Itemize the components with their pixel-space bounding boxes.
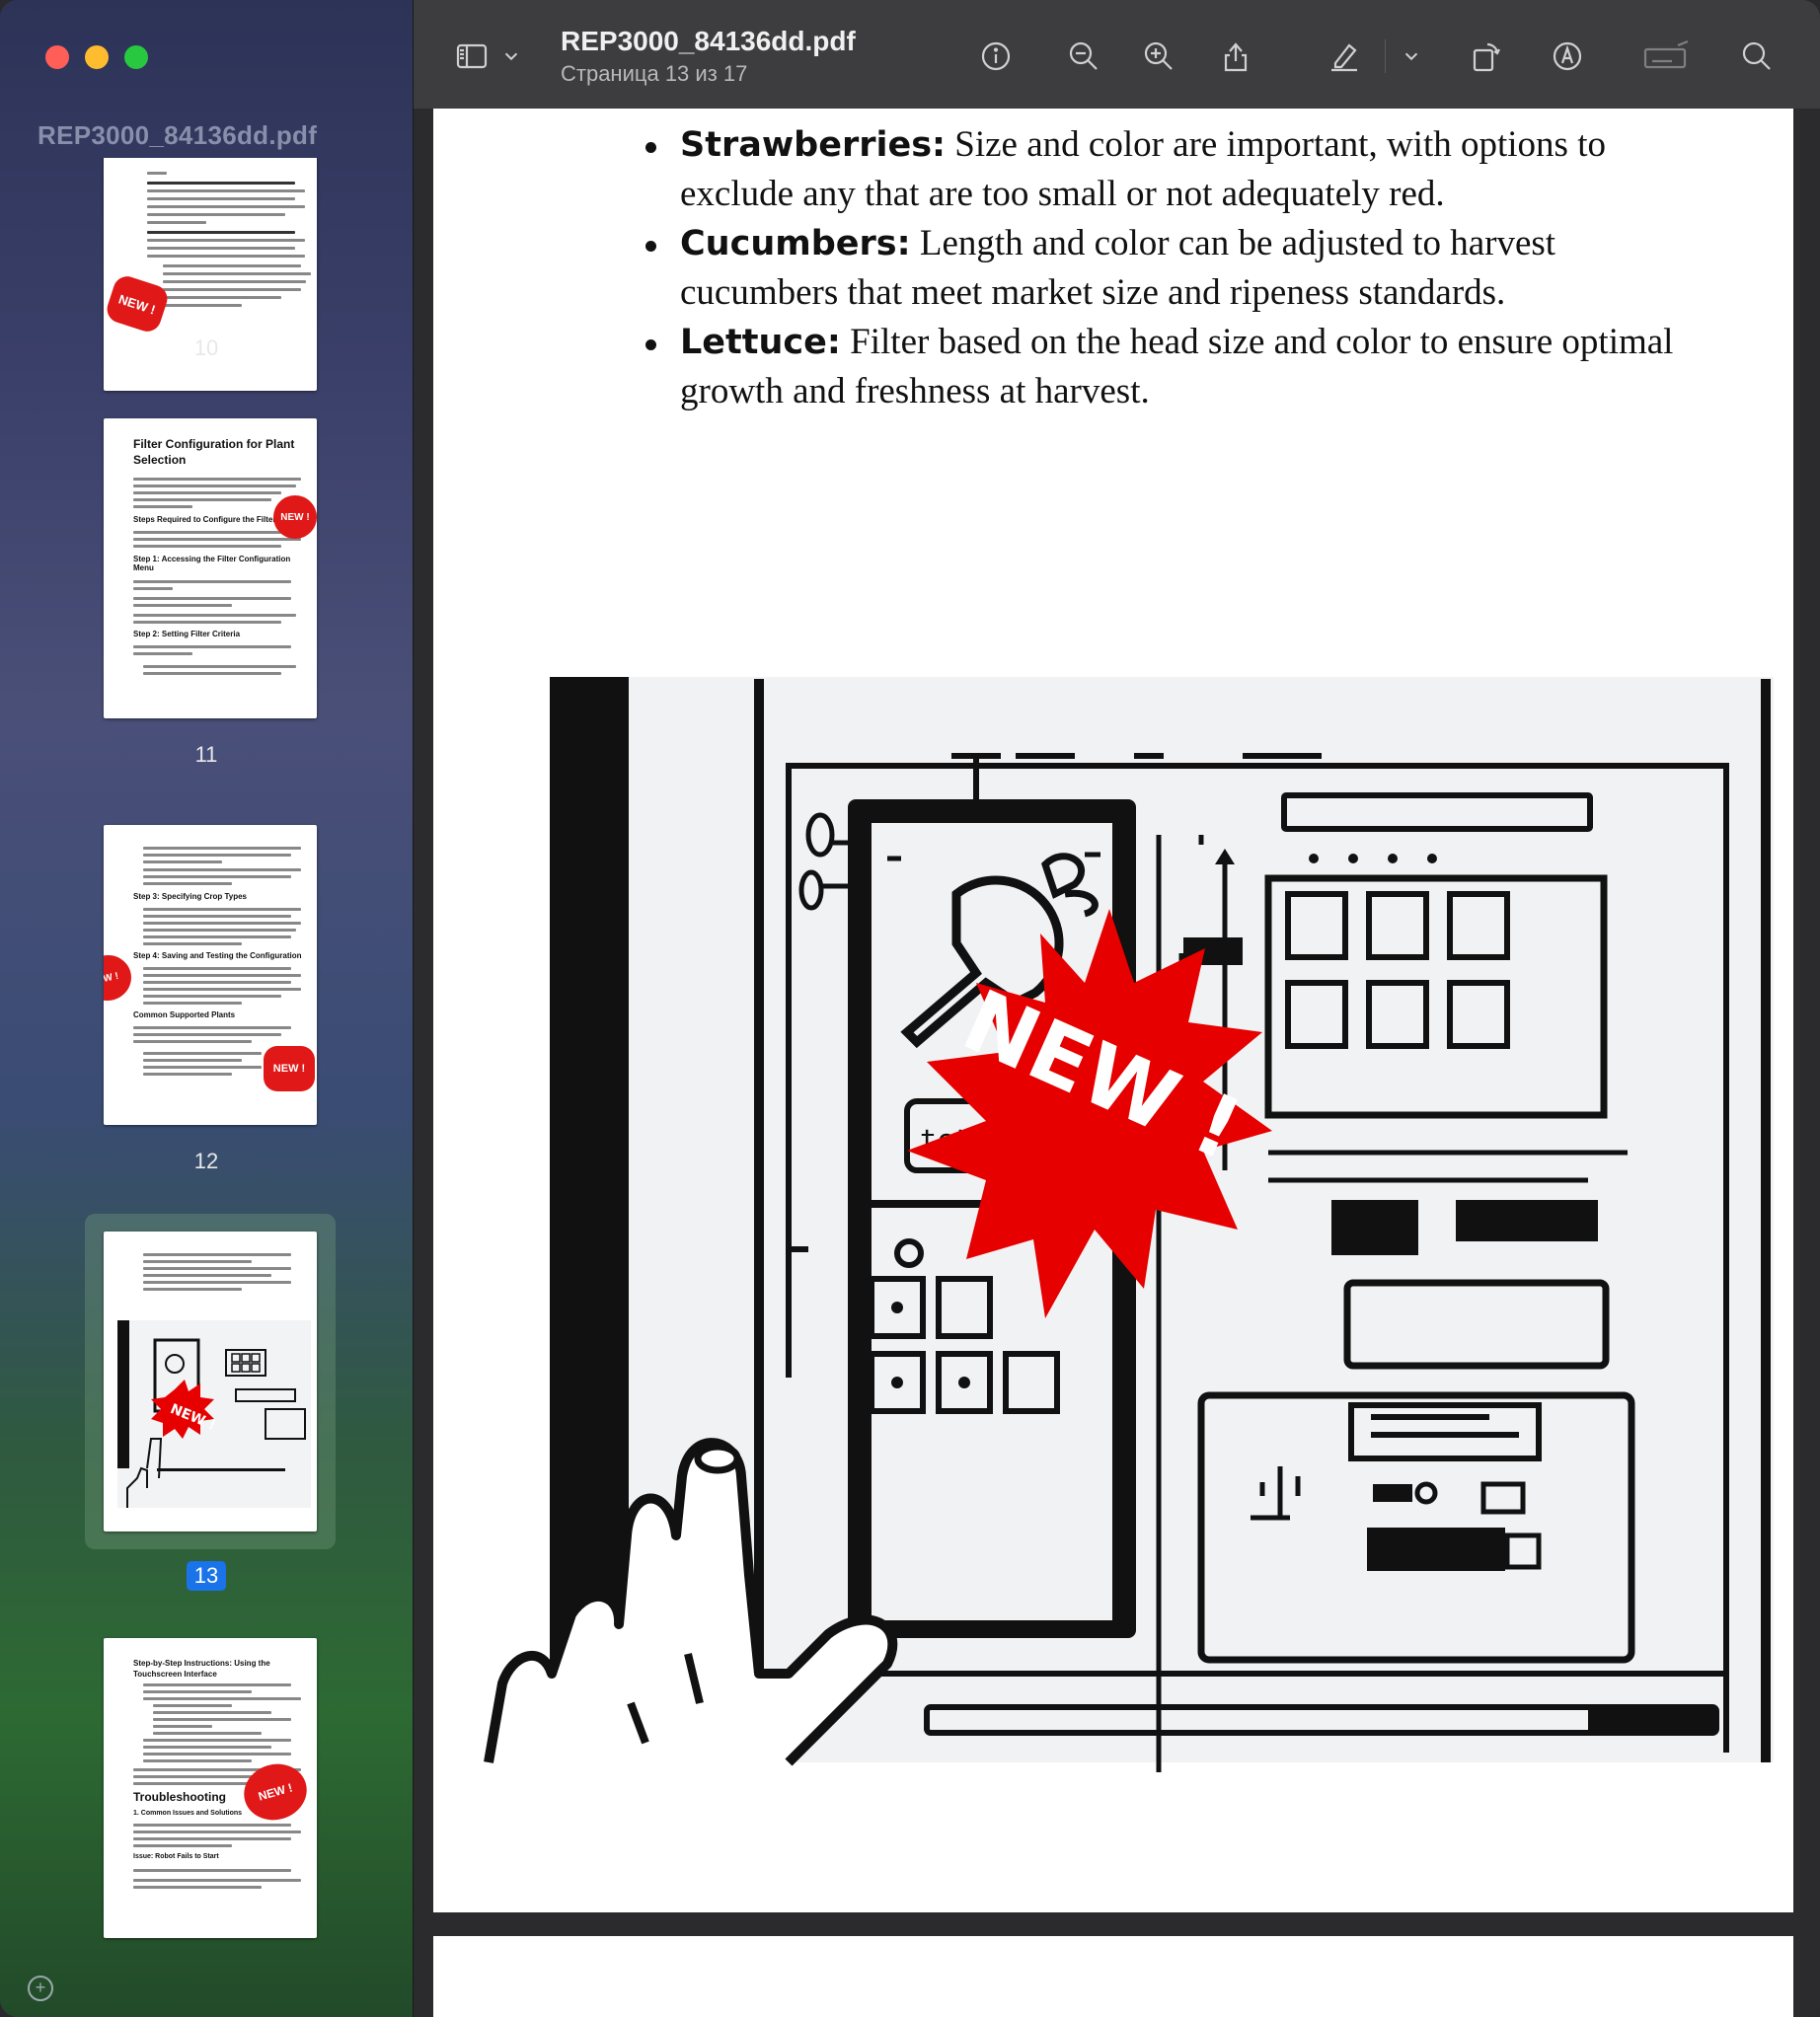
- pdf-page: Strawberries: Size and color are importa…: [433, 109, 1793, 1912]
- rotate-icon[interactable]: [1468, 37, 1505, 75]
- document-viewer[interactable]: Strawberries: Size and color are importa…: [414, 109, 1820, 2017]
- thumbnail-list[interactable]: NEW ! 10 Filter Configuration for Plant …: [0, 158, 413, 1974]
- sidebar-toggle-icon[interactable]: [453, 37, 491, 75]
- preview-window: REP3000_84136dd.pdf NEW ! 10 Filter Conf…: [0, 0, 1820, 2017]
- zoom-in-icon[interactable]: [1140, 37, 1177, 75]
- sidebar-file-title: REP3000_84136dd.pdf: [38, 120, 318, 150]
- markup-icon[interactable]: [1549, 37, 1586, 75]
- share-icon[interactable]: [1217, 37, 1254, 75]
- pdf-page-next: [433, 1936, 1793, 2017]
- thumbnail-image: NEW !: [104, 1232, 317, 1531]
- document-title: REP3000_84136dd.pdf: [561, 26, 856, 56]
- list-item: Cucumbers: Length and color can be adjus…: [645, 219, 1687, 318]
- close-window-button[interactable]: [45, 45, 69, 69]
- minimize-window-button[interactable]: [85, 45, 109, 69]
- thumbnail-image: Step 3: Specifying Crop Types Step 4: Sa…: [104, 825, 317, 1125]
- new-badge: NEW !: [104, 272, 172, 336]
- thumbnail-illustration: NEW !: [117, 1320, 311, 1508]
- signature-icon[interactable]: [1641, 37, 1691, 75]
- thumbnail-page-number: 13: [0, 1561, 413, 1591]
- thumbnail-page-number: 11: [194, 742, 218, 767]
- robot-touchscreen-illustration: tctf{so: [484, 677, 1774, 1772]
- search-icon[interactable]: [1738, 37, 1776, 75]
- list-item: Strawberries: Size and color are importa…: [645, 120, 1687, 219]
- highlight-icon[interactable]: [1326, 37, 1363, 75]
- new-badge: NEW !: [273, 495, 317, 539]
- chevron-down-icon[interactable]: [1401, 37, 1422, 75]
- add-page-icon[interactable]: +: [28, 1976, 53, 2001]
- thumbnail-page-number: 10: [193, 336, 219, 360]
- new-badge: NEW !: [237, 1756, 314, 1828]
- thumbnail-image: Filter Configuration for Plant Selection…: [104, 418, 317, 718]
- new-badge: EW !: [104, 950, 136, 1006]
- thumbnail-sidebar: REP3000_84136dd.pdf NEW ! 10 Filter Conf…: [0, 0, 414, 2017]
- thumbnail-image: Step-by-Step Instructions: Using the Tou…: [104, 1638, 317, 1938]
- thumbnail-page-number: 12: [193, 1149, 219, 1173]
- info-icon[interactable]: [977, 37, 1015, 75]
- chevron-down-icon[interactable]: [500, 37, 522, 75]
- new-badge: NEW !: [264, 1046, 315, 1091]
- maximize-window-button[interactable]: [124, 45, 148, 69]
- toolbar: REP3000_84136dd.pdf Страница 13 из 17: [414, 0, 1820, 110]
- plant-bullet-list: Strawberries: Size and color are importa…: [645, 120, 1687, 416]
- zoom-out-icon[interactable]: [1065, 37, 1102, 75]
- list-item: Lettuce: Filter based on the head size a…: [645, 318, 1687, 416]
- page-indicator: Страница 13 из 17: [561, 61, 748, 86]
